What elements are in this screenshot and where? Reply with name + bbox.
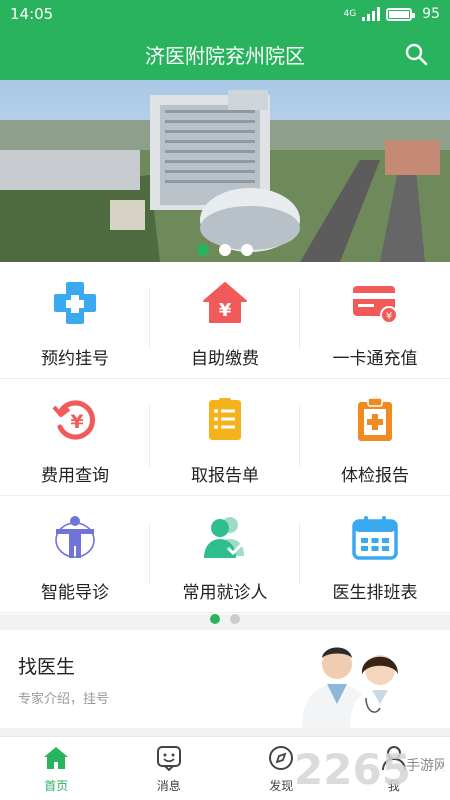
service-label: 费用查询: [41, 466, 109, 486]
tab-label: 首页: [44, 779, 69, 793]
watermark-number: 2265: [294, 745, 411, 794]
svg-text:¥: ¥: [70, 411, 83, 433]
cross-icon: [54, 282, 96, 324]
calendar-icon: [352, 516, 398, 560]
service-frequent-patients[interactable]: 常用就诊人: [150, 496, 300, 613]
page-dot: [210, 614, 220, 624]
report-icon: [209, 398, 241, 440]
home-icon: [44, 747, 69, 769]
tab-label: 发现: [269, 779, 294, 793]
doctors-illustration: [302, 647, 410, 728]
tab-label: 消息: [156, 779, 181, 793]
service-label: 智能导诊: [41, 583, 109, 603]
status-bar: 14:05 4G 95: [0, 0, 450, 28]
find-doctor-title: 找医生: [18, 656, 76, 678]
service-grid: 预约挂号 ¥ 自助缴费 ¥ 一卡通充值 ¥ 费用查询 取报告单 体检报告 智能导…: [0, 262, 450, 614]
signal-icon: [362, 7, 381, 21]
battery-level: 95: [422, 6, 440, 22]
yen-history-icon: ¥: [52, 400, 95, 440]
service-self-pay[interactable]: ¥ 自助缴费: [150, 262, 300, 379]
service-appointment[interactable]: 预约挂号: [0, 262, 150, 379]
service-label: 体检报告: [341, 466, 409, 486]
app-header: 济医附院兖州院区: [0, 28, 450, 80]
search-icon[interactable]: [404, 42, 428, 66]
body-guide-icon: [55, 516, 95, 558]
grid-page-indicator: [0, 614, 450, 628]
service-checkup-report[interactable]: 体检报告: [300, 379, 450, 496]
banner-indicator: [0, 244, 450, 256]
status-icons: 4G 95: [343, 6, 440, 22]
tab-messages[interactable]: 消息: [113, 737, 226, 800]
service-fee-query[interactable]: ¥ 费用查询: [0, 379, 150, 496]
find-doctor-card[interactable]: 找医生 专家介绍，挂号: [0, 630, 450, 728]
banner-dot: [219, 244, 231, 256]
service-label: 取报告单: [191, 466, 259, 486]
service-label: 医生排班表: [332, 583, 418, 603]
service-get-report[interactable]: 取报告单: [150, 379, 300, 496]
service-label: 常用就诊人: [182, 583, 268, 603]
status-time: 14:05: [10, 5, 54, 23]
find-doctor-subtitle: 专家介绍，挂号: [18, 692, 110, 707]
banner-dot: [241, 244, 253, 256]
watermark-text: 手游网: [406, 758, 444, 774]
battery-icon: [386, 7, 416, 21]
tab-home[interactable]: 首页: [0, 737, 113, 800]
service-doctor-schedule[interactable]: 医生排班表: [300, 496, 450, 613]
medical-clipboard-icon: [358, 397, 392, 441]
message-icon: [156, 746, 181, 771]
svg-text:¥: ¥: [219, 300, 232, 321]
service-label: 一卡通充值: [332, 349, 418, 369]
house-yen-icon: ¥: [203, 282, 247, 323]
service-smart-guide[interactable]: 智能导诊: [0, 496, 150, 613]
page-dot: [230, 614, 240, 624]
card-icon: ¥: [353, 286, 398, 324]
service-label: 预约挂号: [41, 349, 109, 369]
compass-icon: [269, 746, 294, 770]
network-label: 4G: [343, 9, 357, 19]
page-title: 济医附院兖州院区: [145, 43, 305, 68]
banner-dot: [197, 244, 209, 256]
service-label: 自助缴费: [191, 349, 259, 369]
patients-icon: [204, 517, 244, 558]
svg-text:¥: ¥: [386, 311, 392, 322]
hospital-photo: [0, 80, 450, 262]
service-card-recharge[interactable]: ¥ 一卡通充值: [300, 262, 450, 379]
hospital-banner[interactable]: [0, 80, 450, 262]
site-watermark: 2265 手游网: [294, 745, 444, 794]
